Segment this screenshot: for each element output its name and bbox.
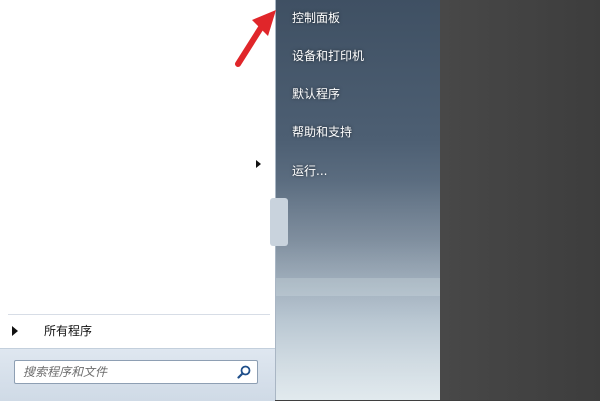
pane-handle — [270, 198, 288, 246]
menu-item-label: 设备和打印机 — [292, 49, 365, 63]
menu-item-control-panel[interactable]: 控制面板 — [276, 2, 440, 32]
submenu-arrow-icon[interactable] — [256, 160, 261, 168]
search-icon[interactable] — [237, 365, 251, 379]
menu-item-label: 运行... — [292, 164, 328, 178]
search-box[interactable] — [14, 360, 258, 384]
start-menu-right-pane: 控制面板 设备和打印机 默认程序 帮助和支持 运行... — [276, 0, 440, 400]
search-input[interactable] — [15, 361, 231, 383]
menu-item-label: 帮助和支持 — [292, 125, 353, 139]
all-programs-button[interactable]: 所有程序 — [0, 318, 275, 344]
menu-item-default-programs[interactable]: 默认程序 — [276, 78, 440, 108]
menu-item-devices-printers[interactable]: 设备和打印机 — [276, 40, 440, 70]
divider — [8, 314, 270, 315]
menu-item-run[interactable]: 运行... — [276, 155, 440, 185]
background-strip — [276, 278, 440, 296]
search-bar — [0, 348, 275, 401]
menu-item-label: 默认程序 — [292, 87, 341, 101]
annotation-arrow-icon — [235, 10, 276, 67]
menu-item-label: 控制面板 — [292, 11, 341, 25]
triangle-right-icon — [12, 326, 18, 336]
all-programs-label: 所有程序 — [44, 324, 93, 338]
menu-item-help-support[interactable]: 帮助和支持 — [276, 116, 440, 146]
desktop-background — [440, 0, 600, 400]
